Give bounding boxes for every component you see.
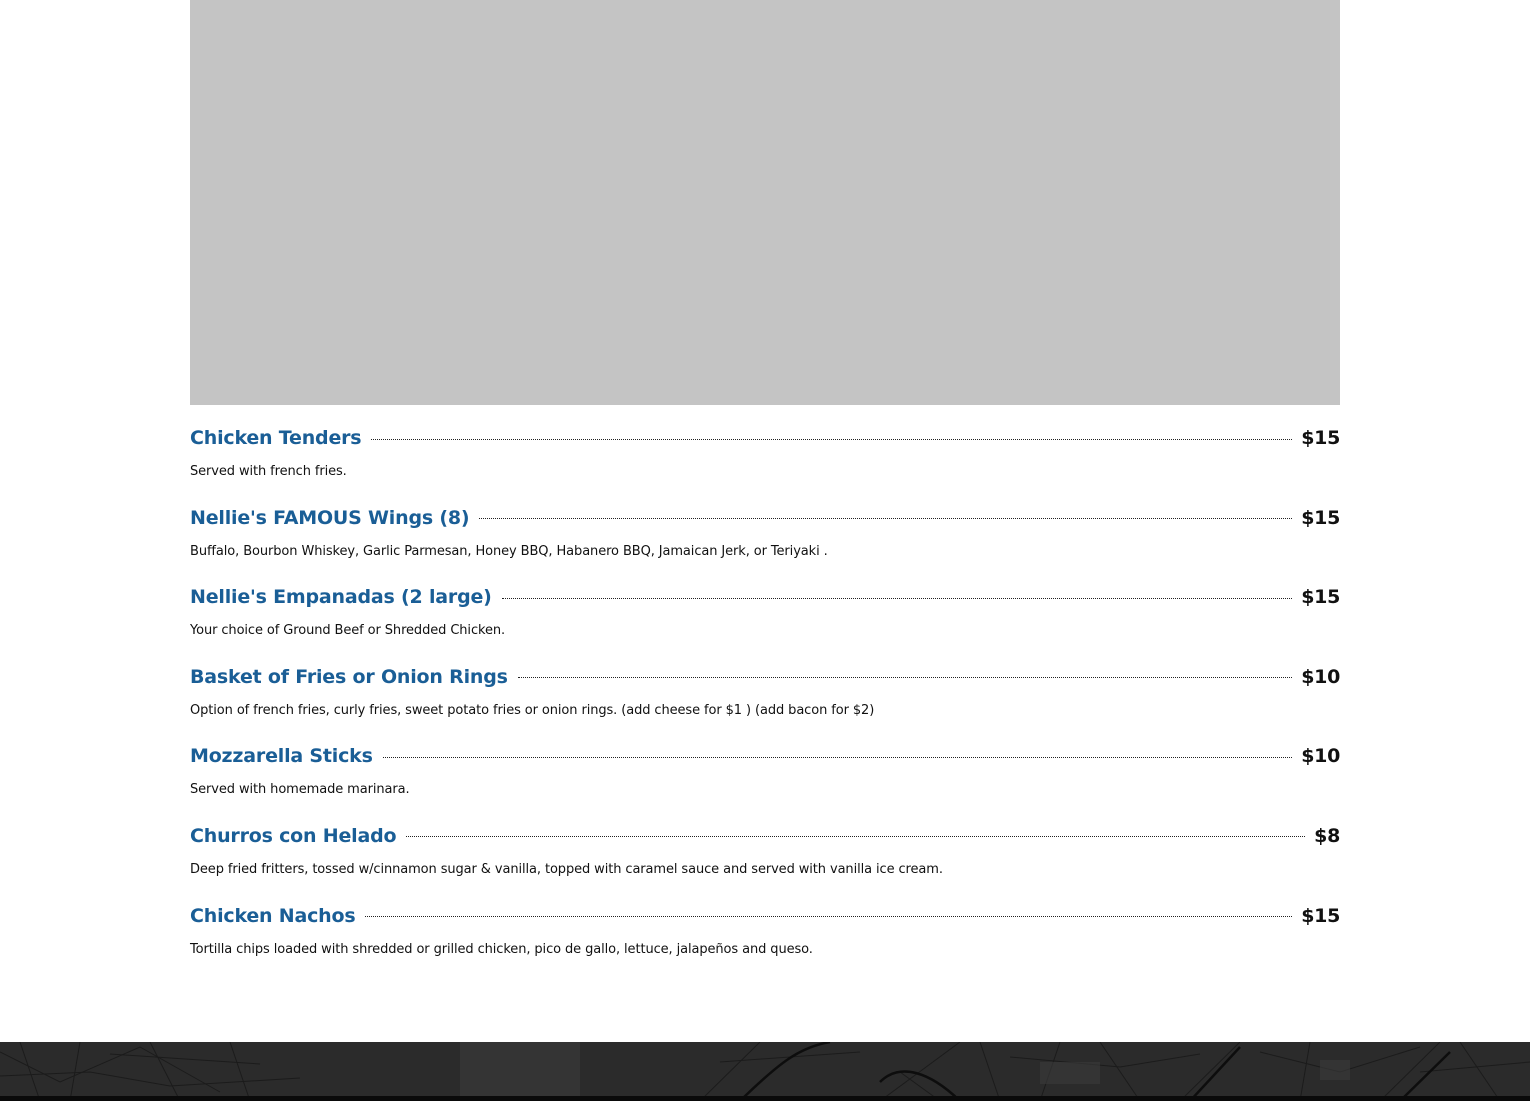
dotted-leader bbox=[365, 916, 1293, 918]
menu-item-name: Churros con Helado bbox=[190, 824, 397, 847]
menu-item-name: Chicken Nachos bbox=[190, 904, 356, 927]
menu-item-description: Your choice of Ground Beef or Shredded C… bbox=[190, 623, 506, 639]
menu-item-header: Chicken Tenders $15 bbox=[190, 422, 1340, 454]
footer-map-background bbox=[0, 1042, 1530, 1101]
menu-item-description: Tortilla chips loaded with shredded or g… bbox=[190, 941, 813, 957]
menu-item-price: $10 bbox=[1301, 745, 1340, 768]
menu-item: Nellie's Empanadas (2 large) $15 Your ch… bbox=[190, 581, 1340, 661]
menu-item-price: $15 bbox=[1301, 506, 1340, 529]
menu-item-name: Mozzarella Sticks bbox=[190, 745, 373, 768]
footer-edge bbox=[0, 1096, 1530, 1101]
menu-item-price: $15 bbox=[1301, 586, 1340, 609]
menu-item-name: Nellie's Empanadas (2 large) bbox=[190, 586, 492, 609]
menu-page: Chicken Tenders $15 Served with french f… bbox=[0, 0, 1530, 1101]
menu-item-price: $10 bbox=[1301, 665, 1340, 688]
menu-item-header: Nellie's FAMOUS Wings (8) $15 bbox=[190, 502, 1340, 534]
menu-item-description: Buffalo, Bourbon Whiskey, Garlic Parmesa… bbox=[190, 543, 828, 559]
menu-item-description: Option of french fries, curly fries, swe… bbox=[190, 702, 875, 718]
menu-item-price: $8 bbox=[1314, 824, 1340, 847]
menu-list: Chicken Tenders $15 Served with french f… bbox=[190, 422, 1340, 979]
menu-item-price: $15 bbox=[1301, 904, 1340, 927]
menu-item-description: Served with homemade marinara. bbox=[190, 782, 410, 798]
map-texture-icon bbox=[0, 1042, 1530, 1101]
dotted-leader bbox=[406, 836, 1306, 838]
dotted-leader bbox=[382, 756, 1293, 758]
menu-item-header: Basket of Fries or Onion Rings $10 bbox=[190, 661, 1340, 693]
menu-item: Chicken Nachos $15 Tortilla chips loaded… bbox=[190, 900, 1340, 980]
menu-item: Basket of Fries or Onion Rings $10 Optio… bbox=[190, 661, 1340, 741]
menu-item: Mozzarella Sticks $10 Served with homema… bbox=[190, 740, 1340, 820]
menu-item-header: Mozzarella Sticks $10 bbox=[190, 740, 1340, 772]
dotted-leader bbox=[501, 597, 1293, 599]
menu-item: Churros con Helado $8 Deep fried fritter… bbox=[190, 820, 1340, 900]
menu-item-description: Served with french fries. bbox=[190, 464, 347, 479]
menu-item: Chicken Tenders $15 Served with french f… bbox=[190, 422, 1340, 502]
menu-item-price: $15 bbox=[1301, 427, 1340, 449]
dotted-leader bbox=[517, 677, 1293, 679]
menu-item-name: Nellie's FAMOUS Wings (8) bbox=[190, 506, 470, 529]
dotted-leader bbox=[371, 438, 1293, 440]
menu-item-header: Churros con Helado $8 bbox=[190, 820, 1340, 852]
menu-item: Nellie's FAMOUS Wings (8) $15 Buffalo, B… bbox=[190, 502, 1340, 582]
menu-item-header: Nellie's Empanadas (2 large) $15 bbox=[190, 581, 1340, 613]
menu-item-description: Deep fried fritters, tossed w/cinnamon s… bbox=[190, 861, 943, 877]
menu-item-name: Chicken Tenders bbox=[190, 427, 362, 449]
dotted-leader bbox=[479, 518, 1293, 520]
menu-hero-image bbox=[190, 0, 1340, 405]
menu-item-name: Basket of Fries or Onion Rings bbox=[190, 665, 508, 688]
menu-item-header: Chicken Nachos $15 bbox=[190, 900, 1340, 932]
